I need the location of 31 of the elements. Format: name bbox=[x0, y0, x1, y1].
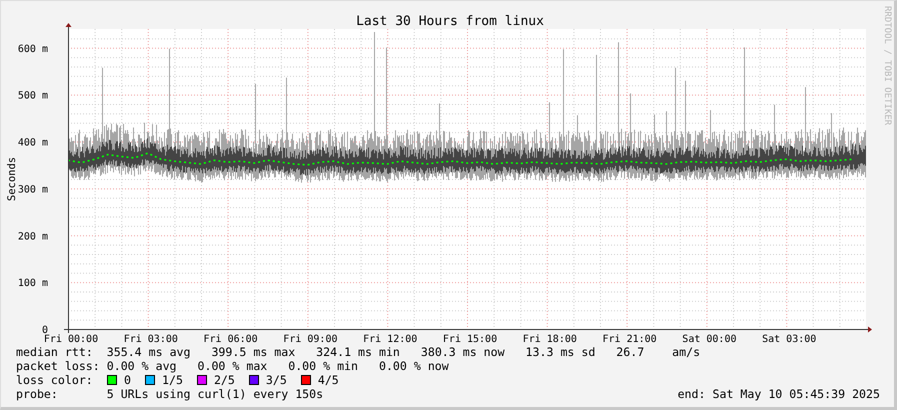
credit-text: RRDTOOL / TOBI OETIKER bbox=[882, 6, 892, 126]
y-tick-label: 600 m bbox=[18, 44, 48, 55]
x-tick-label: Fri 18:00 bbox=[522, 334, 577, 345]
x-tick-label: Fri 21:00 bbox=[602, 334, 657, 345]
swatch-label: 1/5 bbox=[162, 373, 183, 387]
y-tick-label: 100 m bbox=[18, 278, 48, 290]
x-tick-label: Sat 00:00 bbox=[682, 334, 736, 345]
y-tick-label: 200 m bbox=[18, 231, 48, 242]
x-tick-label: Fri 12:00 bbox=[363, 334, 418, 345]
y-tick-label: 400 m bbox=[18, 138, 48, 148]
x-tick-label: Fri 00:00 bbox=[44, 334, 98, 345]
x-tick-label: Fri 06:00 bbox=[204, 334, 258, 345]
legend-line: packet loss: 0.00 % avg 0.00 % max 0.00 % min 0.00 % now bbox=[16, 359, 449, 373]
swatch-label: 2/5 bbox=[214, 373, 235, 387]
x-tick-label: Sat 03:00 bbox=[762, 334, 816, 345]
y-tick-label: 0 bbox=[42, 325, 48, 336]
swatch-label: 3/5 bbox=[266, 373, 287, 387]
y-tick-label: 300 m bbox=[18, 184, 48, 196]
y-tick-label: 500 m bbox=[18, 90, 48, 102]
end-time: end: Sat May 10 05:45:39 2025 bbox=[678, 387, 880, 401]
legend-label: median rtt bbox=[16, 345, 86, 359]
swatch-label: 4/5 bbox=[318, 373, 339, 387]
chart-title: Last 30 Hours from linux bbox=[356, 14, 544, 29]
x-tick-label: Fri 15:00 bbox=[442, 334, 498, 345]
legend-label: loss color: bbox=[16, 373, 94, 387]
legend-line: probe: 5 URLs using curl(1) every 150s bbox=[16, 387, 324, 401]
legend-line: : 355.4 ms avg 399.5 ms max 324.1 ms min 380.3 ms now 13.3 ms sd 26.7 am/s bbox=[86, 345, 700, 359]
x-tick-label: Fri 03:00 bbox=[124, 334, 178, 345]
y-axis-label: Seconds bbox=[6, 156, 18, 202]
x-tick-label: Fri 09:00 bbox=[283, 334, 338, 345]
swatch-label: 0 bbox=[124, 373, 131, 387]
